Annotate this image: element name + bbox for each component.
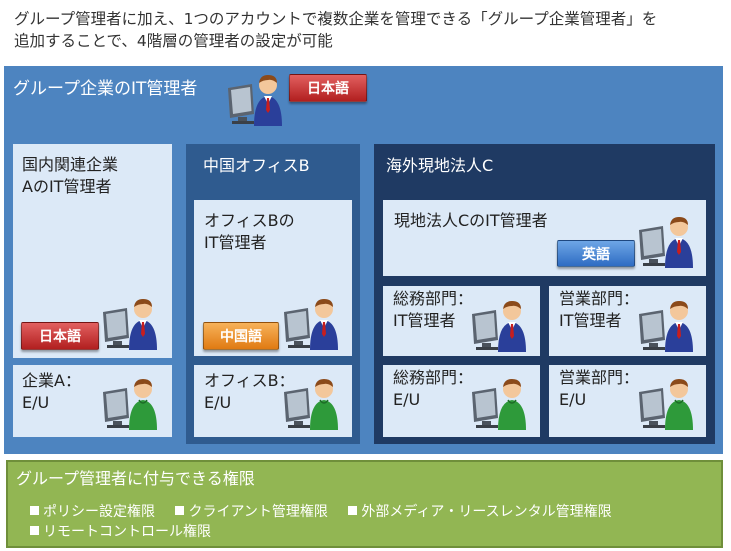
general-affairs-admin-line-2: IT管理者 [393,311,456,330]
domestic-eu-line-1: 企業A： [22,371,81,390]
china-admin-label: オフィスBの IT管理者 [204,210,295,254]
sales-admin-line-2: IT管理者 [559,311,622,330]
enduser-person-icon [470,378,530,430]
permission-item: 外部メディア・リースレンタル管理権限 [348,502,612,522]
language-badge-overseas: 英語 [557,240,635,267]
sales-eu-label: 営業部門： E/U [559,367,639,411]
china-admin-line-2: IT管理者 [204,233,267,252]
china-admin-line-1: オフィスBの [204,211,295,230]
permission-item: リモートコントロール権限 [30,522,211,542]
admin-person-icon [637,300,697,352]
intro-text: グループ管理者に加え、1つのアカウントで複数企業を管理できる「グループ企業管理者… [14,8,724,52]
general-affairs-eu-line-2: E/U [393,390,421,409]
domestic-admin-line-2: AのIT管理者 [22,177,112,196]
admin-person-icon [470,300,530,352]
domestic-admin-line-1: 国内関連企業 [22,155,119,174]
admin-person-icon [637,216,697,268]
general-affairs-eu-label: 総務部門： E/U [393,367,473,411]
intro-line-2: 追加することで、4階層の管理者の設定が可能 [14,32,333,50]
enduser-person-icon [101,378,161,430]
language-badge-domestic: 日本語 [21,322,99,350]
general-affairs-admin-line-1: 総務部門： [393,289,474,308]
sales-admin-line-1: 営業部門： [559,289,640,308]
admin-person-icon [101,298,161,350]
admin-person-icon [226,74,286,126]
language-badge-china: 中国語 [203,322,279,350]
language-badge-group: 日本語 [289,74,367,102]
intro-line-1: グループ管理者に加え、1つのアカウントで複数企業を管理できる「グループ企業管理者… [14,10,658,28]
overseas-title: 海外現地法人C [386,156,494,175]
admin-person-icon [282,298,342,350]
general-affairs-admin-label: 総務部門： IT管理者 [393,288,473,332]
permissions-list: ポリシー設定権限 クライアント管理権限 外部メディア・リースレンタル管理権限 リ… [30,502,710,542]
permissions-title: グループ管理者に付与できる権限 [16,469,255,488]
sales-admin-label: 営業部門： IT管理者 [559,288,639,332]
sales-eu-line-1: 営業部門： [559,368,640,387]
china-office-title: 中国オフィスB [203,156,310,175]
enduser-person-icon [282,378,342,430]
domestic-admin-label: 国内関連企業 AのIT管理者 [22,154,118,198]
overseas-admin-label: 現地法人CのIT管理者 [394,211,548,230]
permission-item: クライアント管理権限 [175,502,328,522]
general-affairs-eu-line-1: 総務部門： [393,368,474,387]
group-title: グループ企業のIT管理者 [13,79,198,99]
enduser-person-icon [637,378,697,430]
domestic-eu-line-2: E/U [22,393,50,412]
permission-item: ポリシー設定権限 [30,502,155,522]
sales-eu-line-2: E/U [559,390,587,409]
domestic-eu-label: 企業A： E/U [22,370,81,414]
